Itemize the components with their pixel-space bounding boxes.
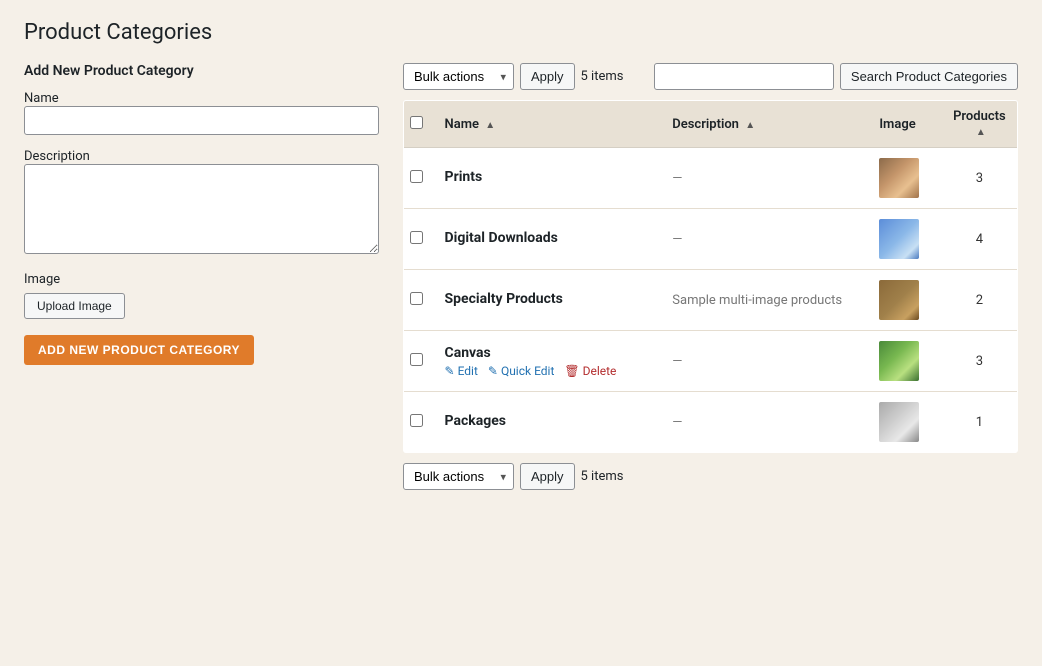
category-name[interactable]: Digital Downloads [445, 230, 653, 246]
row-image-cell [869, 392, 941, 453]
row-checkbox-cell [404, 148, 435, 209]
edit-action[interactable]: ✎ Edit [445, 364, 478, 378]
row-checkbox[interactable] [410, 170, 423, 183]
row-image-cell [869, 270, 941, 331]
row-description-cell: — [662, 209, 869, 270]
search-input[interactable] [654, 63, 834, 90]
row-description-cell: — [662, 331, 869, 392]
row-image-cell [869, 209, 941, 270]
row-name-cell: Packages [435, 392, 663, 453]
row-description-cell: — [662, 148, 869, 209]
row-name-cell: Digital Downloads [435, 209, 663, 270]
row-name-cell: Specialty Products [435, 270, 663, 331]
row-checkbox[interactable] [410, 414, 423, 427]
row-products-count: 4 [942, 209, 1018, 270]
products-sort-icon: ▲ [976, 127, 986, 138]
row-description: — [672, 232, 682, 247]
category-thumbnail [879, 341, 919, 381]
search-button[interactable]: Search Product Categories [840, 63, 1018, 90]
toolbar-right: Search Product Categories [654, 63, 1018, 90]
upload-image-button[interactable]: Upload Image [24, 293, 125, 319]
row-name-cell: Prints [435, 148, 663, 209]
bulk-actions-select-bottom[interactable]: Bulk actions [403, 463, 514, 490]
table-row: Digital Downloads — 4 [404, 209, 1018, 270]
row-checkbox-cell [404, 209, 435, 270]
image-label: Image [24, 272, 379, 287]
category-thumbnail [879, 280, 919, 320]
category-name[interactable]: Prints [445, 169, 653, 185]
name-input[interactable] [24, 106, 379, 135]
top-toolbar: Bulk actions Apply 5 items Search Produc… [403, 63, 1018, 90]
row-image-cell [869, 331, 941, 392]
bulk-actions-wrapper-top: Bulk actions [403, 63, 514, 90]
bottom-toolbar-left: Bulk actions Apply 5 items [403, 463, 623, 490]
table-row: Specialty Products Sample multi-image pro… [404, 270, 1018, 331]
add-category-button[interactable]: ADD NEW PRODUCT CATEGORY [24, 335, 254, 365]
categories-table: Name ▲ Description ▲ Image Products ▲ [403, 100, 1018, 453]
apply-button-top[interactable]: Apply [520, 63, 575, 90]
toolbar-left: Bulk actions Apply 5 items [403, 63, 623, 90]
row-image-cell [869, 148, 941, 209]
table-row: Canvas ✎ Edit ✎ Quick Edit 🗑 Delete — 3 [404, 331, 1018, 392]
description-input[interactable] [24, 164, 379, 254]
name-sort-icon: ▲ [485, 120, 495, 131]
items-count-top: 5 items [581, 69, 624, 84]
apply-button-bottom[interactable]: Apply [520, 463, 575, 490]
category-name[interactable]: Specialty Products [445, 291, 653, 307]
row-description: — [672, 171, 682, 186]
header-products[interactable]: Products ▲ [942, 101, 1018, 148]
category-thumbnail [879, 219, 919, 259]
name-label: Name [24, 91, 59, 106]
row-products-count: 2 [942, 270, 1018, 331]
right-panel: Bulk actions Apply 5 items Search Produc… [403, 63, 1018, 490]
category-thumbnail [879, 402, 919, 442]
row-actions: ✎ Edit ✎ Quick Edit 🗑 Delete [445, 364, 653, 378]
items-count-bottom: 5 items [581, 469, 624, 484]
header-checkbox-cell [404, 101, 435, 148]
page-title: Product Categories [24, 20, 1018, 45]
header-name[interactable]: Name ▲ [435, 101, 663, 148]
bottom-toolbar: Bulk actions Apply 5 items [403, 463, 1018, 490]
row-description-cell: — [662, 392, 869, 453]
quick-edit-action[interactable]: ✎ Quick Edit [488, 364, 554, 378]
row-name-cell: Canvas ✎ Edit ✎ Quick Edit 🗑 Delete [435, 331, 663, 392]
category-name[interactable]: Packages [445, 413, 653, 429]
row-products-count: 1 [942, 392, 1018, 453]
row-description: — [672, 354, 682, 369]
select-all-checkbox[interactable] [410, 116, 423, 129]
bulk-actions-select-top[interactable]: Bulk actions [403, 63, 514, 90]
row-description: Sample multi-image products [672, 293, 842, 308]
row-checkbox[interactable] [410, 292, 423, 305]
left-panel: Add New Product Category Name Descriptio… [24, 63, 379, 365]
description-label: Description [24, 149, 90, 164]
row-products-count: 3 [942, 148, 1018, 209]
row-checkbox-cell [404, 331, 435, 392]
bulk-actions-wrapper-bottom: Bulk actions [403, 463, 514, 490]
row-checkbox[interactable] [410, 353, 423, 366]
row-products-count: 3 [942, 331, 1018, 392]
header-image: Image [869, 101, 941, 148]
table-row: Packages — 1 [404, 392, 1018, 453]
header-description[interactable]: Description ▲ [662, 101, 869, 148]
row-checkbox[interactable] [410, 231, 423, 244]
add-new-title: Add New Product Category [24, 63, 379, 79]
table-row: Prints — 3 [404, 148, 1018, 209]
row-checkbox-cell [404, 270, 435, 331]
row-checkbox-cell [404, 392, 435, 453]
row-description: — [672, 415, 682, 430]
row-description-cell: Sample multi-image products [662, 270, 869, 331]
category-name[interactable]: Canvas [445, 345, 653, 361]
delete-action[interactable]: 🗑 Delete [564, 364, 616, 378]
desc-sort-icon: ▲ [745, 120, 755, 131]
category-thumbnail [879, 158, 919, 198]
